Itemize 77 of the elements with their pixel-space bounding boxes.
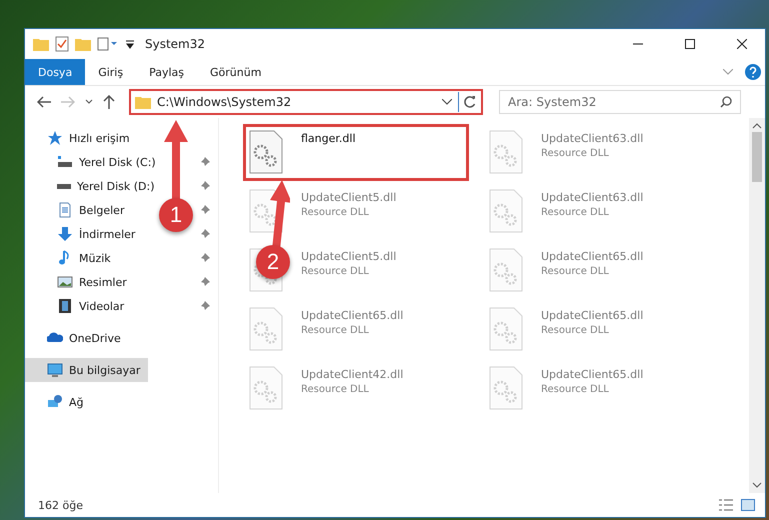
file-name[interactable]: UpdateClient5.dll [301,250,396,263]
nav-item[interactable]: Müzik [25,246,119,270]
nav-item[interactable]: OneDrive [25,326,129,350]
address-path: C:\Windows\System32 [157,95,292,109]
new-folder-icon [75,37,91,51]
search-icon[interactable] [720,96,732,108]
caret-icon [85,99,93,105]
pin-icon[interactable] [200,253,210,263]
pin-icon[interactable] [200,181,210,191]
drive-icon [57,154,73,170]
star-icon [47,130,63,146]
file-name[interactable]: UpdateClient63.dll [541,132,644,145]
nav-item[interactable]: İndirmeler [25,222,144,246]
picture-icon [57,274,73,290]
folder-icon [33,37,49,51]
file-type: Resource DLL [541,325,610,336]
maximize-icon [685,39,695,49]
file-name[interactable]: UpdateClient65.dll [541,309,644,322]
nav-item[interactable]: Bu bilgisayar [25,358,148,382]
file-type: Resource DLL [301,325,370,336]
ribbon-tab[interactable]: Görünüm [197,59,274,85]
file-name[interactable]: UpdateClient65.dll [301,309,404,322]
file-name[interactable]: flanger.dll [301,132,356,145]
nav-item[interactable]: Belgeler [25,198,132,222]
document-icon [57,202,73,218]
item-count: 162 öğe [38,498,84,512]
nav-item[interactable]: Resimler [25,270,135,294]
ribbon-tab[interactable]: Paylaş [136,59,197,85]
file-type: Resource DLL [541,266,610,277]
file-name[interactable]: UpdateClient65.dll [541,250,644,263]
search-field[interactable]: Ara: System32 [499,90,741,114]
download-arrow-icon [57,226,73,242]
drive-icon [57,184,71,188]
up-button[interactable] [101,93,117,111]
film-icon [57,298,73,314]
pin-icon[interactable] [200,277,210,287]
file-type: Resource DLL [541,207,610,218]
folder-icon [135,95,151,109]
nav-item[interactable]: Hızlı erişim [25,126,138,150]
highlighted-file-item[interactable]: flanger.dll [243,124,469,181]
scroll-up-icon[interactable] [752,122,762,130]
scroll-down-icon[interactable] [752,481,762,489]
file-name[interactable]: UpdateClient42.dll [301,368,404,381]
window-title: System32 [145,37,206,51]
chevron-down-icon[interactable] [442,99,452,105]
ribbon-tab[interactable]: Giriş [85,59,136,85]
refresh-icon[interactable] [463,95,477,109]
file-type: Resource DLL [541,384,610,395]
properties-icon[interactable] [97,37,119,51]
help-icon[interactable] [745,64,761,80]
file-type: Resource DLL [301,384,370,395]
nav-item[interactable]: Yerel Disk (C:) [25,150,164,174]
checklist-icon[interactable] [55,36,69,52]
details-view-icon[interactable] [719,499,733,511]
nav-item[interactable]: Yerel Disk (D:) [25,174,163,198]
file-type: Resource DLL [301,266,370,277]
file-type: Resource DLL [301,207,370,218]
close-icon [737,39,747,49]
scrollbar-thumb[interactable] [752,132,762,182]
address-bar[interactable]: C:\Windows\System32 [129,89,483,115]
network-icon [47,394,63,410]
file-type: Resource DLL [541,148,610,159]
caret-icon[interactable] [125,39,135,49]
monitor-icon [47,362,63,378]
file-name[interactable]: UpdateClient63.dll [541,191,644,204]
pin-icon[interactable] [200,205,210,215]
minimize-icon [633,43,643,45]
large-icons-view-icon[interactable] [741,499,755,511]
pin-icon[interactable] [200,229,210,239]
pin-icon[interactable] [200,301,210,311]
back-button[interactable] [35,94,53,110]
nav-item[interactable]: Videolar [25,294,132,318]
ribbon-tab[interactable]: Dosya [25,59,86,85]
file-name[interactable]: UpdateClient5.dll [301,191,396,204]
file-name[interactable]: UpdateClient65.dll [541,368,644,381]
nav-item[interactable]: Ağ [25,390,92,414]
pin-icon[interactable] [200,157,210,167]
